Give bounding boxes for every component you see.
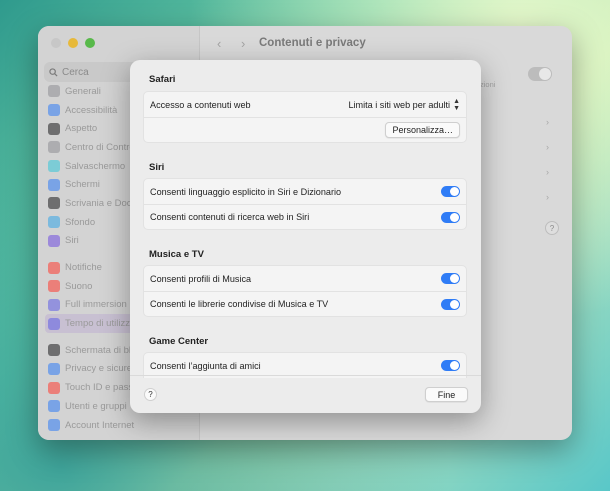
sidebar-item-icon: [48, 298, 60, 311]
sheet-footer: ? Fine: [130, 375, 481, 413]
add-friends-toggle[interactable]: [441, 360, 460, 371]
sidebar-item-icon: [48, 344, 60, 357]
row-label: Consenti linguaggio esplicito in Siri e …: [150, 186, 342, 197]
sidebar-item-label: Account Internet: [65, 419, 135, 431]
chevron-right-icon: ›: [546, 192, 549, 202]
sidebar-item-icon: [48, 216, 60, 229]
sidebar-item-label: Salvaschermo: [65, 160, 126, 172]
done-button[interactable]: Fine: [425, 387, 468, 402]
popup-value: Limita i siti web per adulti: [348, 99, 451, 110]
sidebar-item-label: Aspetto: [65, 123, 98, 135]
close-window-button[interactable]: [51, 38, 61, 48]
sidebar-item-label: Tempo di utilizzo: [65, 318, 136, 330]
group-music-tv: Consenti profili di Musica Consenti le l…: [143, 265, 467, 317]
customize-button[interactable]: Personalizza…: [385, 122, 460, 138]
chevron-right-icon: ›: [546, 167, 549, 177]
chevron-right-icon: ›: [546, 142, 549, 152]
sidebar-item-icon: [48, 104, 60, 117]
row-label: Consenti l’aggiunta di amici: [150, 360, 261, 371]
sidebar-item-icon: [48, 85, 60, 98]
sidebar-item-icon: [48, 381, 60, 394]
traffic-lights: [51, 38, 95, 48]
search-placeholder: Cerca: [62, 66, 89, 78]
row-web-search-siri: Consenti contenuti di ricerca web in Sir…: [144, 204, 466, 229]
sidebar-item-icon: [48, 280, 60, 293]
shared-libraries-toggle[interactable]: [441, 298, 460, 310]
section-title-game-center: Game Center: [149, 336, 209, 347]
nav-back-forward[interactable]: ‹ ›: [217, 36, 253, 51]
sidebar-item-label: Scrivania e Dock: [65, 197, 137, 209]
page-title: Contenuti e privacy: [259, 37, 366, 49]
row-label: Consenti le librerie condivise di Musica…: [150, 299, 329, 309]
sidebar-item-icon: [48, 317, 60, 330]
sidebar-item-icon: [48, 160, 60, 173]
sidebar-item-label: Suono: [65, 280, 93, 292]
section-title-music-tv: Musica e TV: [149, 249, 204, 260]
music-profiles-toggle[interactable]: [441, 273, 460, 284]
search-icon: [49, 67, 58, 77]
help-button[interactable]: ?: [144, 388, 157, 401]
section-title-siri: Siri: [149, 162, 165, 173]
background-partial-text: zioni: [480, 80, 496, 89]
content-restrictions-sheet: Safari Accesso a contenuti web Limita i …: [130, 60, 481, 413]
sidebar-item-icon: [48, 362, 60, 375]
background-toggle: [528, 67, 552, 81]
row-label: Accesso a contenuti web: [150, 99, 251, 110]
sidebar-item-label: Sfondo: [65, 216, 96, 228]
row-customize: Personalizza…: [144, 117, 466, 142]
group-siri: Consenti linguaggio esplicito in Siri e …: [143, 178, 467, 230]
sidebar-item-label: Notifiche: [65, 262, 102, 274]
sidebar-item-label: Siri: [65, 235, 79, 247]
sidebar-item-icon: [48, 178, 60, 191]
sidebar-item-icon: [48, 419, 60, 432]
minimize-window-button[interactable]: [68, 38, 78, 48]
row-web-content-access: Accesso a contenuti web Limita i siti we…: [144, 92, 466, 117]
section-title-safari: Safari: [149, 74, 176, 85]
row-explicit-language: Consenti linguaggio esplicito in Siri e …: [144, 179, 466, 204]
row-label: Consenti profili di Musica: [150, 273, 252, 284]
sidebar-item-label: Schermi: [65, 179, 100, 191]
chevron-updown-icon: ▲ ▼: [453, 97, 460, 112]
sidebar-item[interactable]: Account Internet: [48, 416, 198, 435]
web-content-popup[interactable]: Limita i siti web per adulti ▲ ▼: [348, 98, 460, 112]
web-search-siri-toggle[interactable]: [441, 211, 460, 223]
sidebar-item-icon: [48, 141, 60, 154]
explicit-language-toggle[interactable]: [441, 186, 460, 197]
sidebar-item-label: Utenti e gruppi: [65, 400, 127, 412]
sidebar-item-icon: [48, 400, 60, 413]
zoom-window-button[interactable]: [85, 38, 95, 48]
sidebar-item-icon: [48, 197, 60, 210]
background-help-button: ?: [545, 221, 559, 235]
main-header: ‹ › Contenuti e privacy: [201, 26, 572, 60]
group-safari: Accesso a contenuti web Limita i siti we…: [143, 91, 467, 143]
sidebar-item-label: Generali: [65, 85, 101, 97]
sidebar-item-label: Accessibilità: [65, 104, 118, 116]
row-label: Consenti contenuti di ricerca web in Sir…: [150, 212, 310, 222]
sidebar-item-icon: [48, 234, 60, 247]
row-music-profiles: Consenti profili di Musica: [144, 266, 466, 291]
sidebar-item-icon: [48, 261, 60, 274]
sidebar-item-label: Full immersion: [65, 299, 127, 311]
sidebar-item-icon: [48, 122, 60, 135]
row-shared-libraries: Consenti le librerie condivise di Musica…: [144, 291, 466, 316]
chevron-right-icon: ›: [546, 117, 549, 127]
